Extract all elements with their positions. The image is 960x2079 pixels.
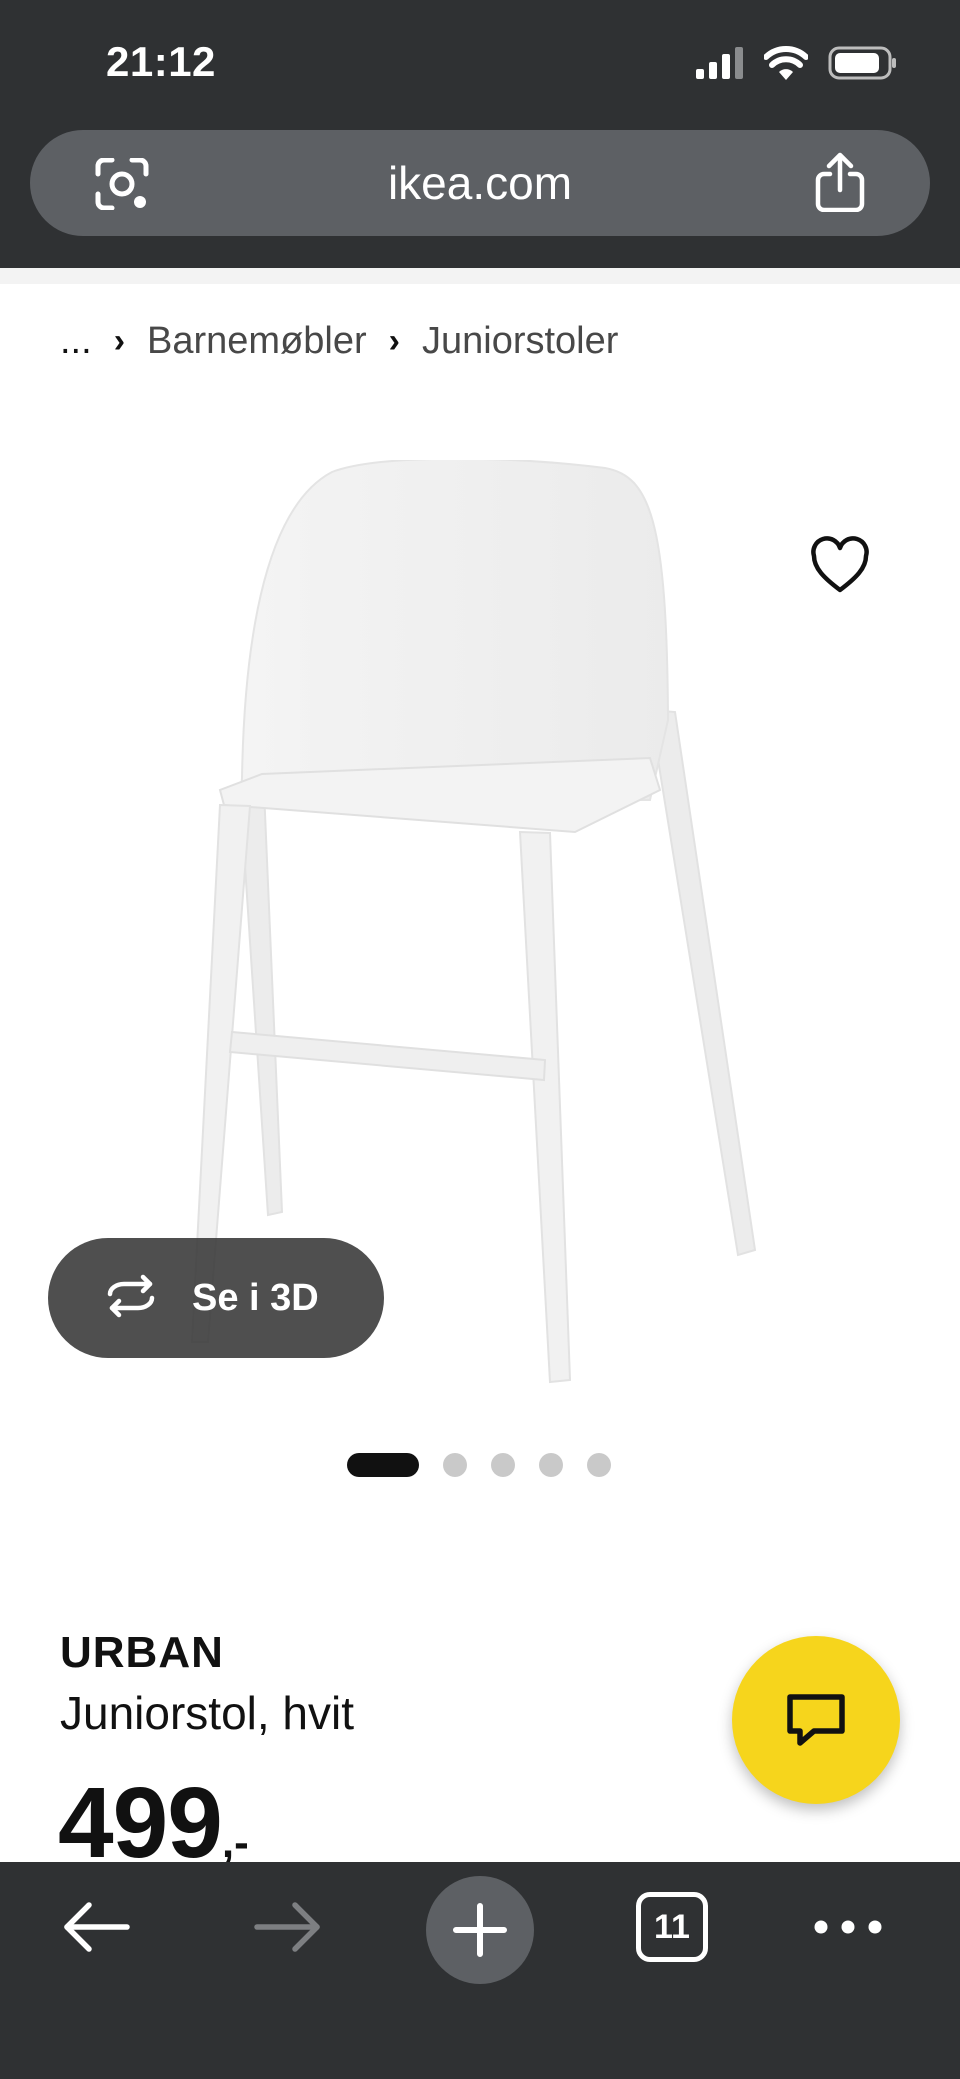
status-icons: [696, 46, 898, 80]
more-button[interactable]: [802, 1862, 894, 1992]
share-icon[interactable]: [814, 152, 866, 217]
chevron-right-icon: ›: [113, 322, 126, 360]
signal-icon: [696, 47, 743, 79]
rotate-3d-icon: [100, 1274, 162, 1323]
plus-icon: [453, 1903, 507, 1957]
status-time: 21:12: [106, 38, 216, 85]
carousel-dot[interactable]: [539, 1453, 563, 1477]
carousel-dot[interactable]: [491, 1453, 515, 1477]
breadcrumb-item-barnemobler[interactable]: Barnemøbler: [147, 320, 367, 363]
breadcrumb-item-juniorstoler[interactable]: Juniorstoler: [422, 320, 618, 363]
battery-icon: [828, 46, 896, 80]
arrow-right-icon: [254, 1902, 320, 1952]
address-bar[interactable]: ikea.com: [30, 130, 930, 236]
carousel-dot[interactable]: [587, 1453, 611, 1477]
forward-button[interactable]: [240, 1862, 336, 1992]
carousel-dot-active[interactable]: [347, 1453, 419, 1477]
back-button[interactable]: [48, 1862, 144, 1992]
image-carousel-indicator: [347, 1453, 611, 1477]
url-text[interactable]: ikea.com: [30, 156, 930, 210]
view-3d-label: Se i 3D: [192, 1276, 319, 1319]
browser-bottom-toolbar: 11: [0, 1862, 960, 2079]
product-description: Juniorstol, hvit: [60, 1687, 355, 1739]
browser-top-chrome: 21:12 ikea.com: [0, 0, 960, 268]
wifi-icon: [764, 46, 808, 80]
tabs-button[interactable]: 11: [632, 1862, 712, 1992]
new-tab-button[interactable]: [426, 1876, 534, 1984]
chat-bubble-icon: [787, 1694, 845, 1746]
content-divider: [0, 268, 960, 284]
chat-button[interactable]: [732, 1636, 900, 1804]
more-dots-icon: [814, 1920, 882, 1934]
breadcrumb: ... › Barnemøbler › Juniorstoler: [60, 320, 618, 363]
tab-count: 11: [636, 1892, 708, 1962]
carousel-dot[interactable]: [443, 1453, 467, 1477]
chevron-right-icon: ›: [388, 322, 400, 360]
heart-outline-icon[interactable]: [808, 536, 872, 596]
breadcrumb-ellipsis[interactable]: ...: [60, 320, 92, 363]
arrow-left-icon: [64, 1902, 130, 1952]
product-name: URBAN: [60, 1628, 224, 1677]
view-3d-button[interactable]: Se i 3D: [48, 1238, 384, 1358]
price-decimal: ,-: [221, 1818, 249, 1867]
